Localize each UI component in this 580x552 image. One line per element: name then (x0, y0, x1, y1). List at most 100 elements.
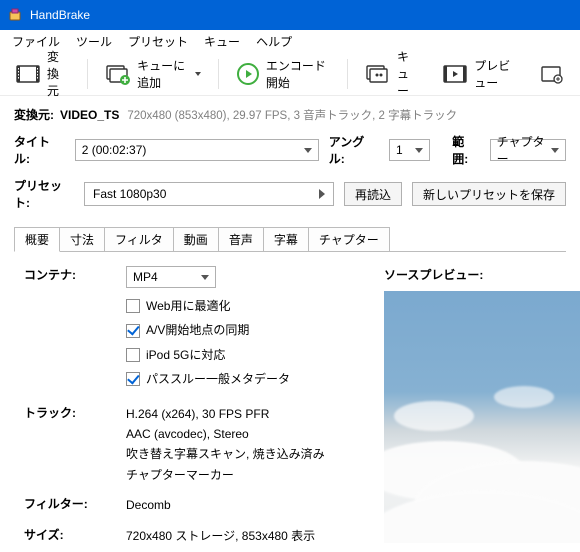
checkbox-icon (126, 348, 140, 362)
tab-chapters[interactable]: チャプター (308, 227, 390, 251)
source-row: 変換元: VIDEO_TS 720x480 (853x480), 29.97 F… (14, 106, 566, 123)
queue-label: キュー (397, 48, 420, 99)
container-value: MP4 (133, 267, 158, 287)
title-label: タイトル: (14, 133, 65, 167)
container-label: コンテナ: (14, 266, 126, 394)
titlebar: HandBrake (0, 0, 580, 30)
separator (347, 59, 348, 89)
tab-summary-label: 概要 (25, 233, 49, 247)
checkbox-icon (126, 372, 140, 386)
container-select[interactable]: MP4 (126, 266, 216, 288)
checkbox-av-sync[interactable]: A/V開始地点の同期 (126, 320, 384, 340)
menubar: ファイル ツール プリセット キュー ヘルプ (0, 30, 580, 52)
range-label: 範囲: (452, 133, 479, 167)
content: 変換元: VIDEO_TS 720x480 (853x480), 29.97 F… (0, 96, 580, 552)
play-icon (236, 63, 260, 85)
tab-sub-label: 字幕 (274, 233, 298, 247)
add-queue-button[interactable]: キューに追加 (96, 52, 210, 96)
tab-audio[interactable]: 音声 (218, 227, 264, 251)
tab-video-label: 動画 (184, 233, 208, 247)
reload-label: 再読込 (355, 186, 391, 203)
preview-title: ソースプレビュー: (384, 266, 580, 283)
preview-button[interactable]: プレビュー (433, 52, 526, 96)
cb-meta-label: パススルー一般メタデータ (146, 369, 290, 389)
preset-select[interactable]: Fast 1080p30 (84, 182, 334, 206)
track-label: トラック: (14, 404, 126, 486)
source-label: 変換元: (14, 106, 54, 123)
tab-video[interactable]: 動画 (173, 227, 219, 251)
checkbox-passthru-meta[interactable]: パススルー一般メタデータ (126, 369, 384, 389)
window-title: HandBrake (30, 8, 90, 22)
chevron-down-icon (415, 148, 423, 153)
checkbox-web-optimize[interactable]: Web用に最適化 (126, 296, 384, 316)
tab-summary[interactable]: 概要 (14, 227, 60, 252)
cb-web-label: Web用に最適化 (146, 296, 230, 316)
title-row: タイトル: 2 (00:02:37) アングル: 1 範囲: チャプター (14, 133, 566, 167)
preset-row: プリセット: Fast 1080p30 再読込 新しいプリセットを保存 (14, 177, 566, 211)
size-value: 720x480 ストレージ, 853x480 表示 (126, 526, 384, 546)
track-audio: AAC (avcodec), Stereo (126, 424, 384, 444)
tab-dim-label: 寸法 (70, 233, 94, 247)
title-select[interactable]: 2 (00:02:37) (75, 139, 319, 161)
separator (87, 59, 88, 89)
cb-ipod-label: iPod 5Gに対応 (146, 345, 225, 365)
source-info: 720x480 (853x480), 29.97 FPS, 3 音声トラック, … (127, 107, 457, 123)
track-values: H.264 (x264), 30 FPS PFR AAC (avcodec), … (126, 404, 384, 486)
size-row: サイズ: 720x480 ストレージ, 853x480 表示 (14, 526, 384, 546)
angle-select[interactable]: 1 (389, 139, 430, 161)
menu-queue[interactable]: キュー (196, 31, 248, 52)
queue-icon (365, 63, 391, 85)
app-icon (8, 7, 24, 23)
chevron-down-icon (304, 148, 312, 153)
tab-panel-summary: コンテナ: MP4 Web用に最適化 A/V開始地点の同期 iPod 5Gに対応… (14, 251, 566, 552)
tab-filter-label: フィルタ (115, 233, 163, 247)
container-row: コンテナ: MP4 Web用に最適化 A/V開始地点の同期 iPod 5Gに対応… (14, 266, 384, 394)
filter-label: フィルター: (14, 495, 126, 515)
title-value: 2 (00:02:37) (82, 143, 147, 157)
track-video: H.264 (x264), 30 FPS PFR (126, 404, 384, 424)
checkbox-ipod[interactable]: iPod 5Gに対応 (126, 345, 384, 365)
toolbar: 変換元 キューに追加 エンコード開始 キュー プレビュー (0, 52, 580, 96)
menu-help[interactable]: ヘルプ (248, 31, 300, 52)
preview-pane: ソースプレビュー: (384, 266, 580, 552)
sky-image (384, 291, 580, 543)
reload-button[interactable]: 再読込 (344, 182, 402, 206)
tab-filters[interactable]: フィルタ (104, 227, 174, 251)
add-queue-icon (105, 63, 131, 85)
menu-presets[interactable]: プリセット (120, 31, 196, 52)
checkbox-icon (126, 324, 140, 338)
add-queue-label: キューに追加 (137, 57, 187, 91)
preset-label: プリセット: (14, 177, 66, 211)
source-name: VIDEO_TS (60, 108, 119, 122)
tab-chap-label: チャプター (319, 233, 379, 247)
track-chap: チャプターマーカー (126, 465, 384, 485)
source-button[interactable]: 変換元 (6, 43, 79, 104)
preview-label: プレビュー (474, 57, 517, 91)
tab-subtitles[interactable]: 字幕 (263, 227, 309, 251)
chevron-down-icon (551, 148, 559, 153)
track-row: トラック: H.264 (x264), 30 FPS PFR AAC (avco… (14, 404, 384, 486)
preview-image (384, 291, 580, 543)
save-preset-label: 新しいプリセットを保存 (423, 186, 555, 203)
queue-button[interactable]: キュー (356, 43, 429, 104)
tab-dimensions[interactable]: 寸法 (59, 227, 105, 251)
source-label: 変換元 (47, 48, 70, 99)
tabs: 概要 寸法 フィルタ 動画 音声 字幕 チャプター (14, 227, 566, 251)
chevron-down-icon (201, 275, 209, 280)
film-icon (15, 63, 41, 85)
tab-audio-label: 音声 (229, 233, 253, 247)
separator (218, 59, 219, 89)
start-encode-button[interactable]: エンコード開始 (227, 52, 339, 96)
filter-value: Decomb (126, 495, 384, 515)
save-preset-button[interactable]: 新しいプリセットを保存 (412, 182, 566, 206)
preview-icon (442, 63, 468, 85)
checkbox-icon (126, 299, 140, 313)
summary-left: コンテナ: MP4 Web用に最適化 A/V開始地点の同期 iPod 5Gに対応… (14, 266, 384, 552)
chevron-down-icon (195, 72, 201, 76)
extra-button[interactable] (530, 58, 574, 90)
settings-icon (539, 63, 565, 85)
range-select[interactable]: チャプター (490, 139, 566, 161)
angle-label: アングル: (329, 133, 379, 167)
cb-av-label: A/V開始地点の同期 (146, 320, 249, 340)
size-label: サイズ: (14, 526, 126, 546)
